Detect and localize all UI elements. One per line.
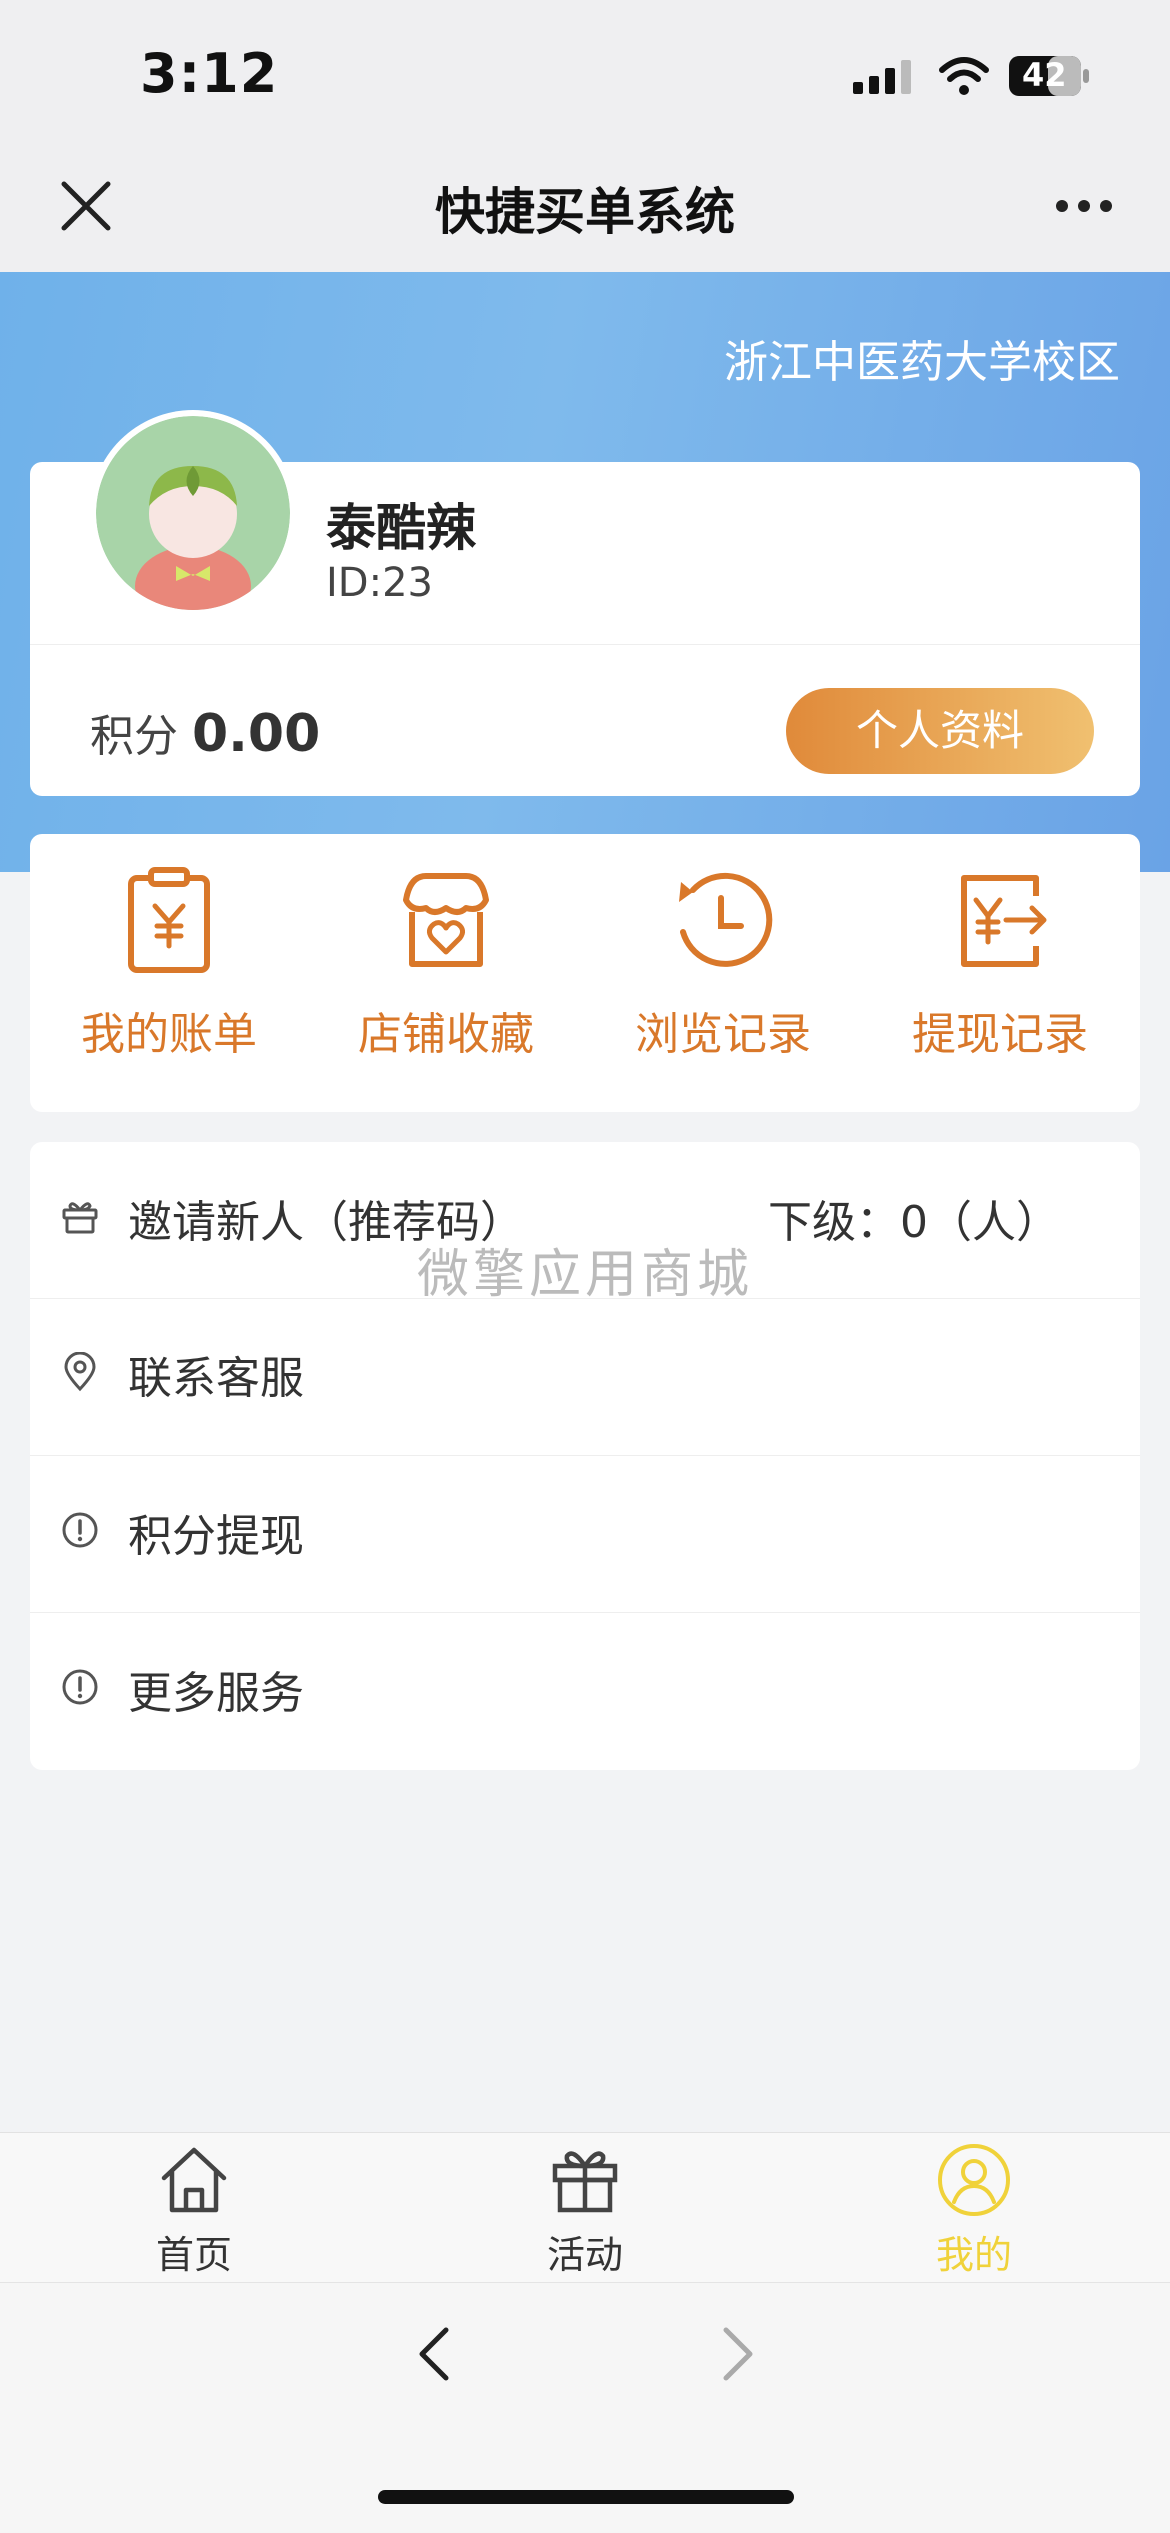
battery-level: 42 [1022, 56, 1067, 94]
service-label: 联系客服 [128, 1353, 304, 1404]
quick-item-withdraw-record[interactable]: 提现记录 [861, 860, 1139, 1062]
wifi-icon [939, 57, 989, 95]
bill-icon [128, 867, 210, 973]
status-time: 3:12 [140, 42, 279, 105]
profile-info-button[interactable]: 个人资料 [786, 688, 1094, 774]
points-label: 积分 [90, 711, 178, 762]
cellular-signal-icon [853, 60, 911, 94]
user-name: 泰酷辣 [326, 499, 476, 557]
user-icon [938, 2144, 1010, 2216]
user-id: ID:23 [326, 560, 433, 606]
tab-label-home: 首页 [155, 2233, 232, 2277]
watermark: 微擎应用商城 [416, 1245, 753, 1305]
location-pin-icon [64, 1352, 96, 1392]
tab-label-activity: 活动 [546, 2233, 623, 2277]
home-indicator[interactable] [378, 2490, 794, 2504]
battery-indicator: 42 [1008, 54, 1090, 98]
tab-mine[interactable]: 我的 [874, 2142, 1074, 2279]
more-options-icon[interactable] [1054, 196, 1114, 216]
home-icon [161, 2147, 227, 2213]
alert-circle-icon [62, 1669, 98, 1705]
tab-label-mine: 我的 [935, 2233, 1012, 2277]
gift-icon [62, 1202, 98, 1234]
avatar[interactable] [96, 416, 290, 610]
quick-item-bill[interactable]: 我的账单 [30, 860, 308, 1062]
quick-label-withdraw-record: 提现记录 [912, 1009, 1088, 1060]
more-label: 更多服务 [128, 1668, 304, 1719]
store-favorite-icon [403, 873, 489, 967]
withdraw-record-icon [961, 875, 1047, 967]
back-arrow-icon[interactable] [410, 2324, 460, 2384]
quick-label-history: 浏览记录 [635, 1009, 811, 1060]
tab-activity[interactable]: 活动 [485, 2142, 685, 2279]
quick-label-store-favorite: 店铺收藏 [358, 1009, 534, 1060]
tab-home[interactable]: 首页 [94, 2142, 294, 2279]
withdraw-label: 积分提现 [128, 1511, 304, 1562]
points-value: 0.00 [192, 704, 321, 764]
alert-circle-icon [62, 1512, 98, 1548]
divider [30, 644, 1140, 645]
quick-label-bill: 我的账单 [81, 1009, 257, 1060]
quick-item-history[interactable]: 浏览记录 [584, 860, 862, 1062]
history-icon [679, 872, 773, 967]
forward-arrow-icon[interactable] [712, 2324, 762, 2384]
quick-item-store-favorite[interactable]: 店铺收藏 [307, 860, 585, 1062]
points-display: 积分 0.00 [90, 700, 320, 764]
gift-icon [552, 2151, 618, 2213]
page-title: 快捷买单系统 [435, 183, 735, 241]
campus-name: 浙江中医药大学校区 [724, 337, 1120, 388]
